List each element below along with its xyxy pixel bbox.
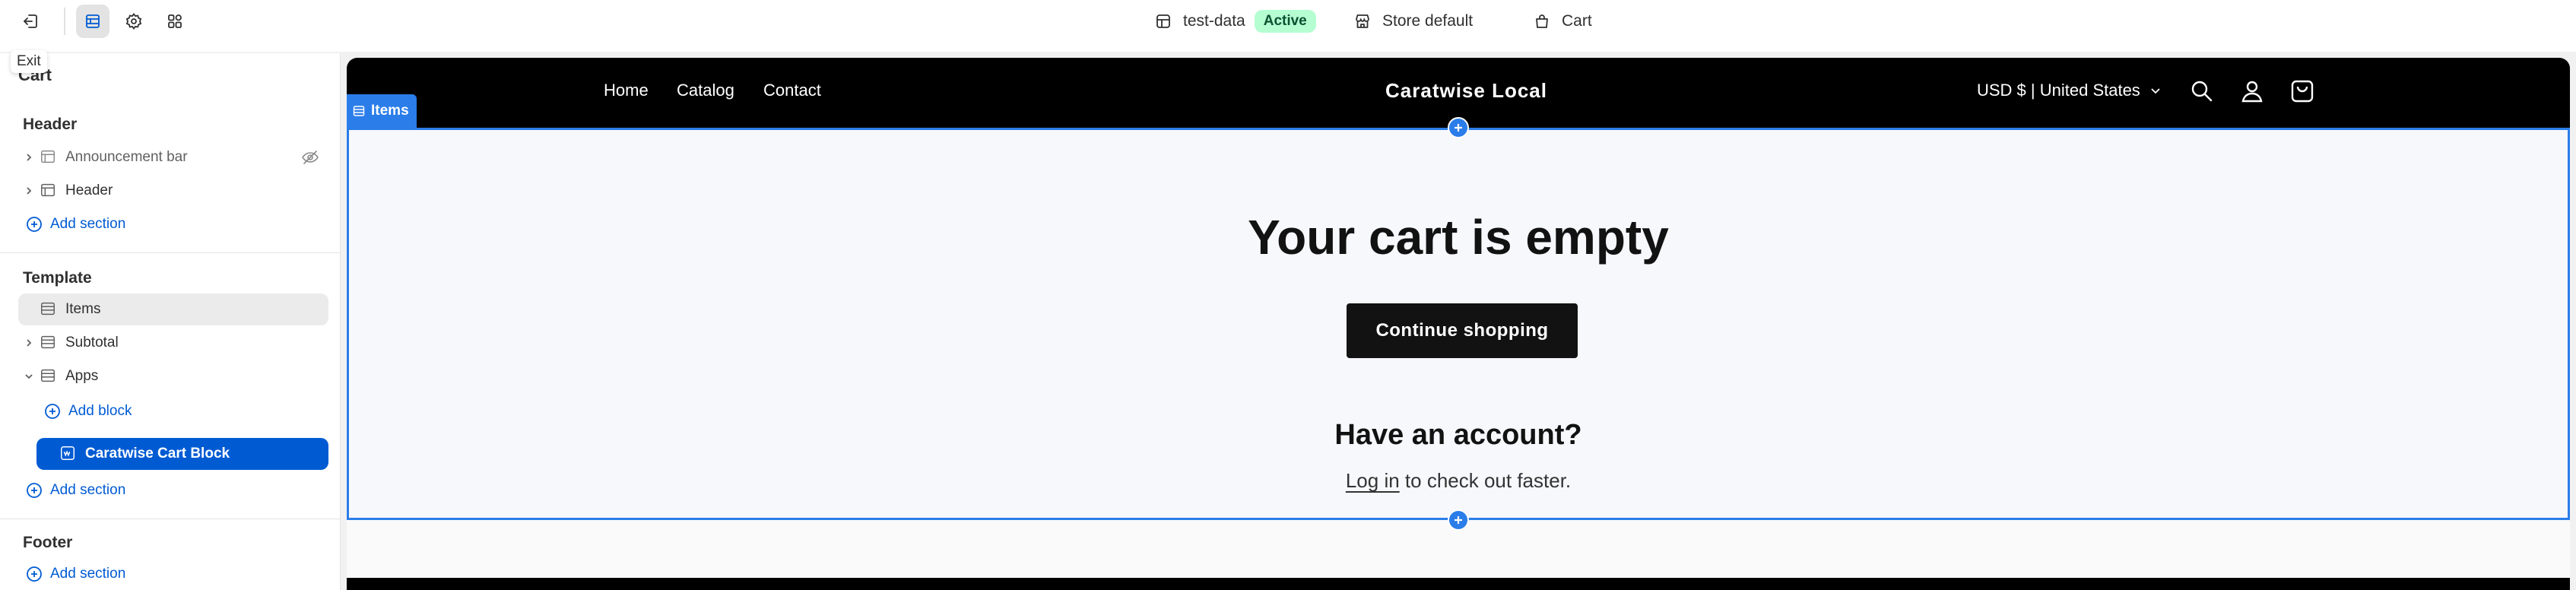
bag-icon xyxy=(1536,14,1548,28)
app-block-icon xyxy=(59,445,78,463)
store-selector[interactable]: Store default xyxy=(1353,6,1473,36)
section-icon xyxy=(40,334,58,352)
section-tag-label: Items xyxy=(371,103,409,119)
continue-shopping-button[interactable]: Continue shopping xyxy=(1347,303,1578,358)
chevron-down-icon[interactable] xyxy=(18,371,40,382)
store-footer xyxy=(347,578,2570,590)
exit-icon xyxy=(24,14,37,28)
settings-button[interactable] xyxy=(117,5,151,38)
account-heading: Have an account? xyxy=(1334,419,1582,451)
exit-button[interactable] xyxy=(14,5,47,38)
theme-name: test-data xyxy=(1183,12,1245,30)
theme-icon xyxy=(1156,14,1170,28)
plus-circle-icon xyxy=(45,404,60,419)
theme-selector[interactable]: test-data Active xyxy=(1154,6,1316,36)
login-link[interactable]: Log in xyxy=(1346,469,1400,492)
section-icon xyxy=(353,106,365,116)
sections-icon xyxy=(86,14,100,28)
cart-empty-title: Your cart is empty xyxy=(1248,210,1669,265)
store-label: Store default xyxy=(1382,12,1474,30)
sidebar-item-label: Caratwise Cart Block xyxy=(85,446,230,462)
page-label: Cart xyxy=(1562,12,1592,30)
currency-selector[interactable]: USD $ | United States xyxy=(1977,81,2162,100)
sidebar-item-app-block[interactable]: Caratwise Cart Block xyxy=(36,438,328,470)
sidebar-item-apps[interactable]: Apps xyxy=(18,360,328,392)
header-group-label: Header xyxy=(23,116,78,133)
plus-circle-icon xyxy=(27,483,42,498)
store-icon xyxy=(1356,14,1369,28)
apps-button[interactable] xyxy=(158,5,192,38)
add-section-footer-button[interactable]: Add section xyxy=(18,558,328,590)
sidebar-item-label: Subtotal xyxy=(65,335,119,351)
gear-icon xyxy=(125,13,142,30)
sidebar-item-announcement-bar[interactable]: Announcement bar xyxy=(18,141,328,173)
login-suffix: to check out faster. xyxy=(1399,469,1572,492)
chevron-right-icon[interactable] xyxy=(18,186,40,196)
sidebar-item-label: Announcement bar xyxy=(65,149,188,165)
plus-circle-icon xyxy=(27,217,42,232)
section-icon xyxy=(40,300,58,319)
chevron-down-icon xyxy=(2151,88,2160,94)
add-section-below-button[interactable] xyxy=(1448,509,1469,531)
add-section-above-button[interactable] xyxy=(1448,117,1469,138)
sections-sidebar: Cart Header Announcement bar Header Add … xyxy=(0,53,341,590)
nav-link-contact[interactable]: Contact xyxy=(763,81,821,100)
plus-icon xyxy=(1455,124,1462,132)
cart-icon xyxy=(2291,80,2314,103)
account-button[interactable] xyxy=(2238,78,2266,105)
sidebar-item-subtotal[interactable]: Subtotal xyxy=(18,327,328,359)
add-block-button[interactable]: Add block xyxy=(36,395,340,427)
account-icon xyxy=(2241,81,2263,103)
nav-link-home[interactable]: Home xyxy=(604,81,649,100)
page-selector[interactable]: Cart xyxy=(1533,6,1592,36)
sidebar-item-items[interactable]: Items xyxy=(18,293,328,325)
section-icon xyxy=(40,148,58,167)
eye-off-icon[interactable] xyxy=(301,148,319,167)
search-icon xyxy=(2191,81,2213,102)
plus-circle-icon xyxy=(27,566,42,582)
add-section-template-button[interactable]: Add section xyxy=(18,474,328,506)
chevron-right-icon[interactable] xyxy=(18,338,40,348)
sidebar-item-label: Items xyxy=(65,301,101,317)
exit-tooltip: Exit xyxy=(11,50,47,73)
cart-button[interactable] xyxy=(2289,78,2316,105)
topbar-divider xyxy=(64,8,65,35)
chevron-right-icon[interactable] xyxy=(18,152,40,163)
theme-status-badge: Active xyxy=(1254,10,1316,33)
store-logo[interactable]: Caratwise Local xyxy=(1385,79,1547,103)
cart-items-section[interactable]: Your cart is empty Continue shopping Hav… xyxy=(347,128,2570,520)
search-button[interactable] xyxy=(2188,78,2216,105)
sidebar-item-header[interactable]: Header xyxy=(18,175,328,207)
login-prompt: Log in to check out faster. xyxy=(349,469,2568,493)
apps-icon xyxy=(168,14,182,28)
currency-label: USD $ | United States xyxy=(1977,81,2140,100)
footer-group-label: Footer xyxy=(23,534,73,551)
sidebar-item-label: Header xyxy=(65,182,113,198)
add-section-label: Add section xyxy=(50,482,126,498)
plus-icon xyxy=(1455,516,1462,524)
sections-button[interactable] xyxy=(76,5,109,38)
add-block-label: Add block xyxy=(68,403,132,419)
add-section-header-button[interactable]: Add section xyxy=(18,208,328,240)
editor-topbar: test-data Active Store default Cart xyxy=(0,0,2576,52)
template-group-label: Template xyxy=(23,269,92,287)
nav-link-catalog[interactable]: Catalog xyxy=(677,81,734,100)
add-section-label: Add section xyxy=(50,566,126,582)
sidebar-divider xyxy=(0,252,340,253)
section-icon xyxy=(40,367,58,385)
add-section-label: Add section xyxy=(50,216,126,232)
store-preview[interactable]: Home Catalog Contact Caratwise Local USD… xyxy=(347,58,2570,590)
section-tag-items[interactable]: Items xyxy=(347,94,417,128)
section-icon xyxy=(40,182,58,200)
sidebar-item-label: Apps xyxy=(65,368,99,384)
